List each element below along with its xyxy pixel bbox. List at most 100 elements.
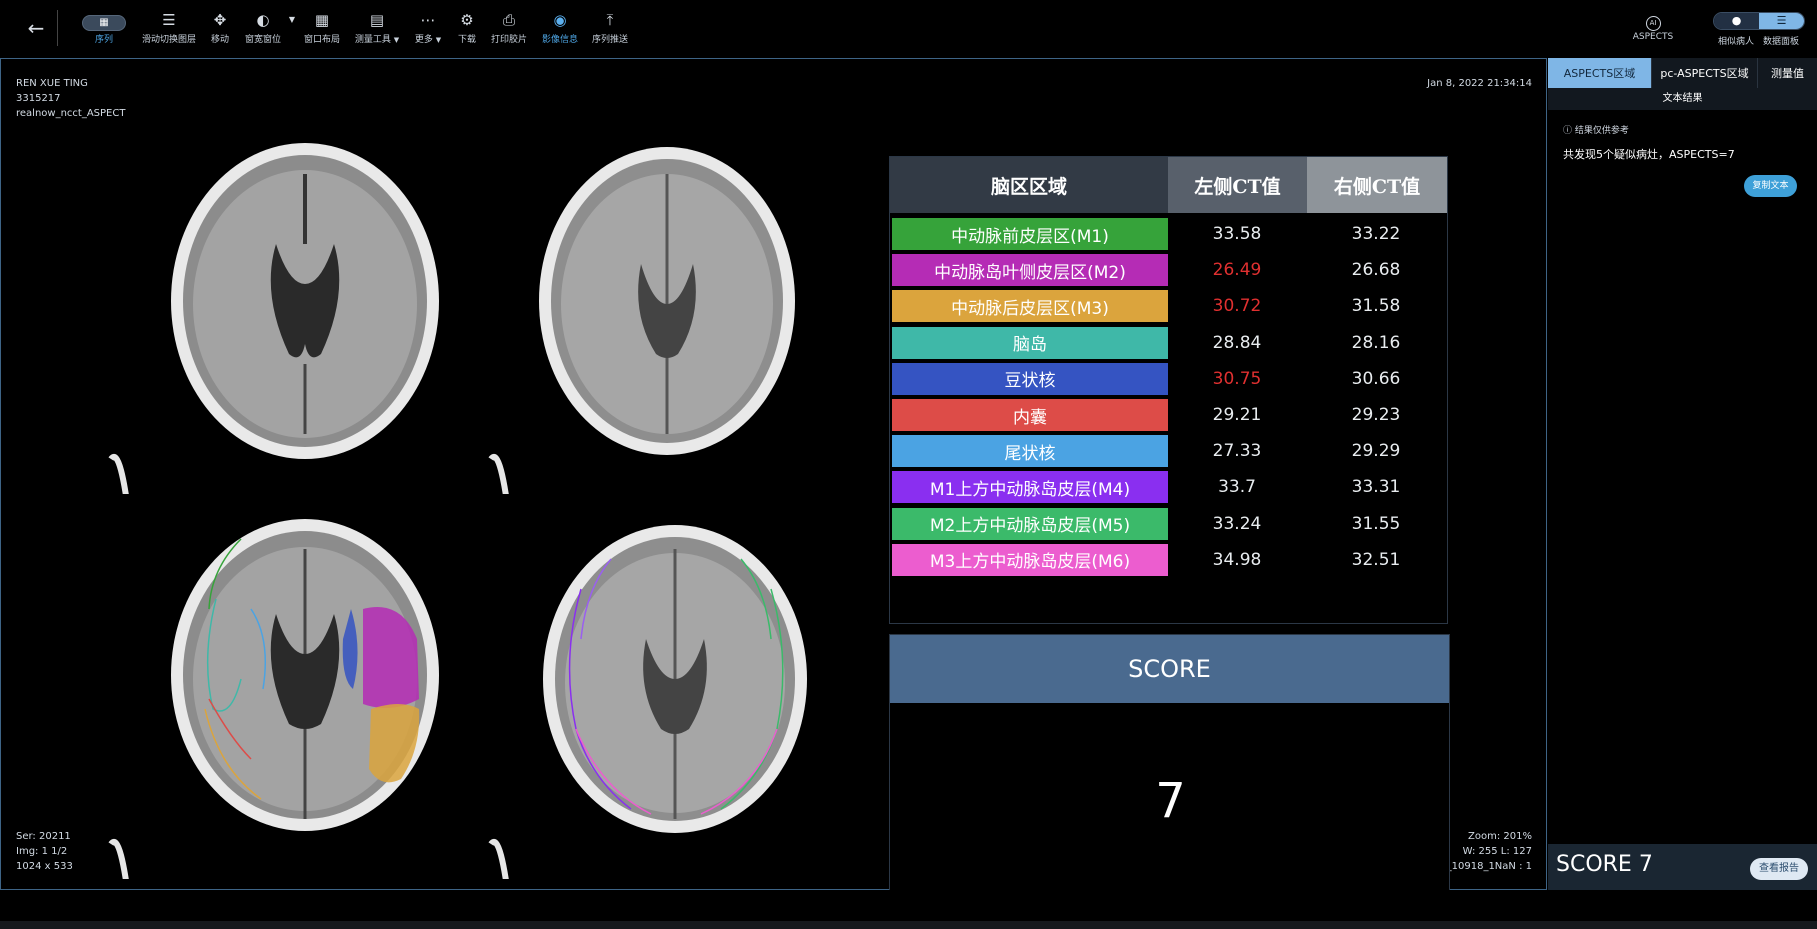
right-ct-value: 26.68 <box>1351 260 1401 281</box>
region-name: M1上方中动脉岛皮层(M4) <box>892 471 1168 504</box>
right-ct-value: 33.31 <box>1351 477 1401 498</box>
table-header: 脑区区域 左侧CT值 右侧CT值 <box>890 157 1449 213</box>
chevron-down-icon: ▼ <box>393 36 400 44</box>
copy-text-button[interactable]: 复制文本 <box>1744 175 1797 197</box>
more-icon: ⋯ <box>420 11 436 29</box>
tab-aspects-region[interactable]: ASPECTS区域 <box>1548 58 1652 88</box>
download-icon: ⚙ <box>460 11 474 29</box>
status-bar <box>0 890 1817 929</box>
ruler-icon: ▤ <box>369 11 385 29</box>
header-region: 脑区区域 <box>890 157 1168 213</box>
image-dimensions: 1024 x 533 <box>16 861 73 872</box>
ct-slice-bottom-right-overlay[interactable] <box>481 499 841 879</box>
series-number: Ser: 20211 <box>16 831 71 842</box>
region-name: 脑岛 <box>892 326 1168 359</box>
right-ct-value: 32.51 <box>1351 549 1401 570</box>
ai-icon: AI <box>1628 10 1678 31</box>
patient-name: REN XUE TING <box>16 78 88 89</box>
tool-scroll-layers[interactable]: ☰ 滑动切换图层 <box>140 10 198 50</box>
region-name: 中动脉前皮层区(M1) <box>892 218 1168 250</box>
image-number: Img: 1 1/2 <box>16 846 68 857</box>
score-title: SCORE <box>890 635 1449 703</box>
left-ct-value: 27.33 <box>1212 441 1262 462</box>
right-tabs: ASPECTS区域 pc-ASPECTS区域 测量值 <box>1548 58 1817 88</box>
similar-patient-label: 相似病人 <box>1718 37 1755 47</box>
tool-download[interactable]: ⚙ 下载 <box>455 10 479 50</box>
tool-layout[interactable]: ▦ 窗口布局 <box>302 10 342 50</box>
tool-image-info[interactable]: ◉ 影像信息 <box>540 10 580 50</box>
window-level-dropdown[interactable]: ▼ <box>287 10 297 50</box>
table-row: 中动脉后皮层区(M3) 30.72 31.58 <box>890 290 1449 323</box>
move-icon: ✥ <box>213 11 227 29</box>
tool-window-level[interactable]: ◐ 窗宽窗位 <box>243 10 283 50</box>
aspects-ai-button[interactable]: AI ASPECTS <box>1628 10 1678 50</box>
region-name: 豆状核 <box>892 362 1168 395</box>
tool-series[interactable]: ▦ 序列 <box>80 10 128 50</box>
similar-patient-toggle[interactable]: ● <box>1714 13 1759 29</box>
region-name: M3上方中动脉岛皮层(M6) <box>892 543 1168 576</box>
score-summary: SCORE 7 <box>1556 852 1653 877</box>
region-name: 内囊 <box>892 399 1168 431</box>
upload-icon: ⤒ <box>606 11 614 29</box>
region-name: 中动脉后皮层区(M3) <box>892 290 1168 323</box>
view-report-button[interactable]: 查看报告 <box>1750 858 1808 880</box>
table-row: M1上方中动脉岛皮层(M4) 33.7 33.31 <box>890 471 1449 504</box>
ct-value-table: 脑区区域 左侧CT值 右侧CT值 中动脉前皮层区(M1) 33.58 33.22 中动… <box>889 156 1448 624</box>
chevron-down-icon: ▼ <box>435 36 442 44</box>
header-right-ct: 右侧CT值 <box>1307 157 1447 213</box>
layout-grid-icon: ▦ <box>314 11 330 29</box>
region-name: 中动脉岛叶侧皮层区(M2) <box>892 254 1168 287</box>
back-button[interactable]: ← <box>22 14 50 42</box>
right-ct-value: 31.55 <box>1351 513 1401 534</box>
tool-print[interactable]: ⎙ 打印胶片 <box>490 10 528 50</box>
disclaimer-note: 结果仅供参考 <box>1574 126 1629 136</box>
toolbar-divider <box>57 10 58 46</box>
ct-slice-bottom-left-overlay[interactable] <box>101 499 461 879</box>
left-ct-value: 28.84 <box>1212 332 1262 353</box>
eye-icon: ◉ <box>553 11 567 29</box>
patient-id: 3315217 <box>16 93 61 104</box>
right-ct-value: 28.16 <box>1351 332 1401 353</box>
tool-series-push[interactable]: ⤒ 序列推送 <box>590 10 630 50</box>
image-viewer[interactable]: REN XUE TING 3315217 realnow_ncct_ASPECT… <box>0 58 1547 912</box>
ct-slice-top-right[interactable] <box>481 114 841 494</box>
list-icon: ☰ <box>1776 14 1787 27</box>
left-ct-value: 34.98 <box>1212 549 1262 570</box>
study-datetime: Jan 8, 2022 21:34:14 <box>1427 78 1532 89</box>
table-row: 中动脉前皮层区(M1) 33.58 33.22 <box>890 218 1449 250</box>
left-ct-value: 33.58 <box>1212 224 1262 244</box>
left-ct-value: 30.72 <box>1212 296 1262 317</box>
table-row: 内囊 29.21 29.23 <box>890 399 1449 431</box>
tab-pc-aspects-region[interactable]: pc-ASPECTS区域 <box>1652 58 1758 88</box>
table-row: 尾状核 27.33 29.29 <box>890 435 1449 468</box>
region-name: M2上方中动脉岛皮层(M5) <box>892 507 1168 540</box>
dashboard-toggle[interactable]: ☰ <box>1759 13 1804 29</box>
left-ct-value: 26.49 <box>1212 260 1262 281</box>
grid-icon: ▦ <box>82 15 126 31</box>
right-ct-value: 29.23 <box>1351 405 1401 425</box>
right-ct-value: 31.58 <box>1351 296 1401 317</box>
right-ct-value: 33.22 <box>1351 224 1401 244</box>
info-icon: ⓘ <box>1563 126 1573 136</box>
view-toggle: ● ☰ <box>1713 12 1805 30</box>
tab-text-result[interactable]: 文本结果 <box>1548 88 1817 110</box>
region-name: 尾状核 <box>892 435 1168 468</box>
header-left-ct: 左侧CT值 <box>1168 157 1307 213</box>
score-value: 7 <box>1155 773 1186 829</box>
tool-more[interactable]: ⋯ 更多 ▼ <box>413 10 443 50</box>
arrow-left-icon: ← <box>27 16 45 40</box>
tool-move[interactable]: ✥ 移动 <box>208 10 232 50</box>
table-row: 豆状核 30.75 30.66 <box>890 362 1449 395</box>
right-panel: ASPECTS区域 pc-ASPECTS区域 测量值 文本结果 ⓘ 结果仅供参考… <box>1548 58 1817 890</box>
table-row: 脑岛 28.84 28.16 <box>890 326 1449 359</box>
right-ct-value: 29.29 <box>1351 441 1401 462</box>
tab-measurements[interactable]: 测量值 <box>1758 58 1817 88</box>
ct-slice-top-left[interactable] <box>101 114 461 494</box>
layers-icon: ☰ <box>162 11 176 29</box>
tool-measure[interactable]: ▤ 测量工具 ▼ <box>353 10 401 50</box>
left-ct-value: 33.7 <box>1218 477 1256 498</box>
chevron-down-icon: ▼ <box>288 15 296 24</box>
table-row: 中动脉岛叶侧皮层区(M2) 26.49 26.68 <box>890 254 1449 287</box>
contrast-icon: ◐ <box>256 11 270 29</box>
result-text: 共发现5个疑似病灶，ASPECTS=7 <box>1563 148 1735 161</box>
